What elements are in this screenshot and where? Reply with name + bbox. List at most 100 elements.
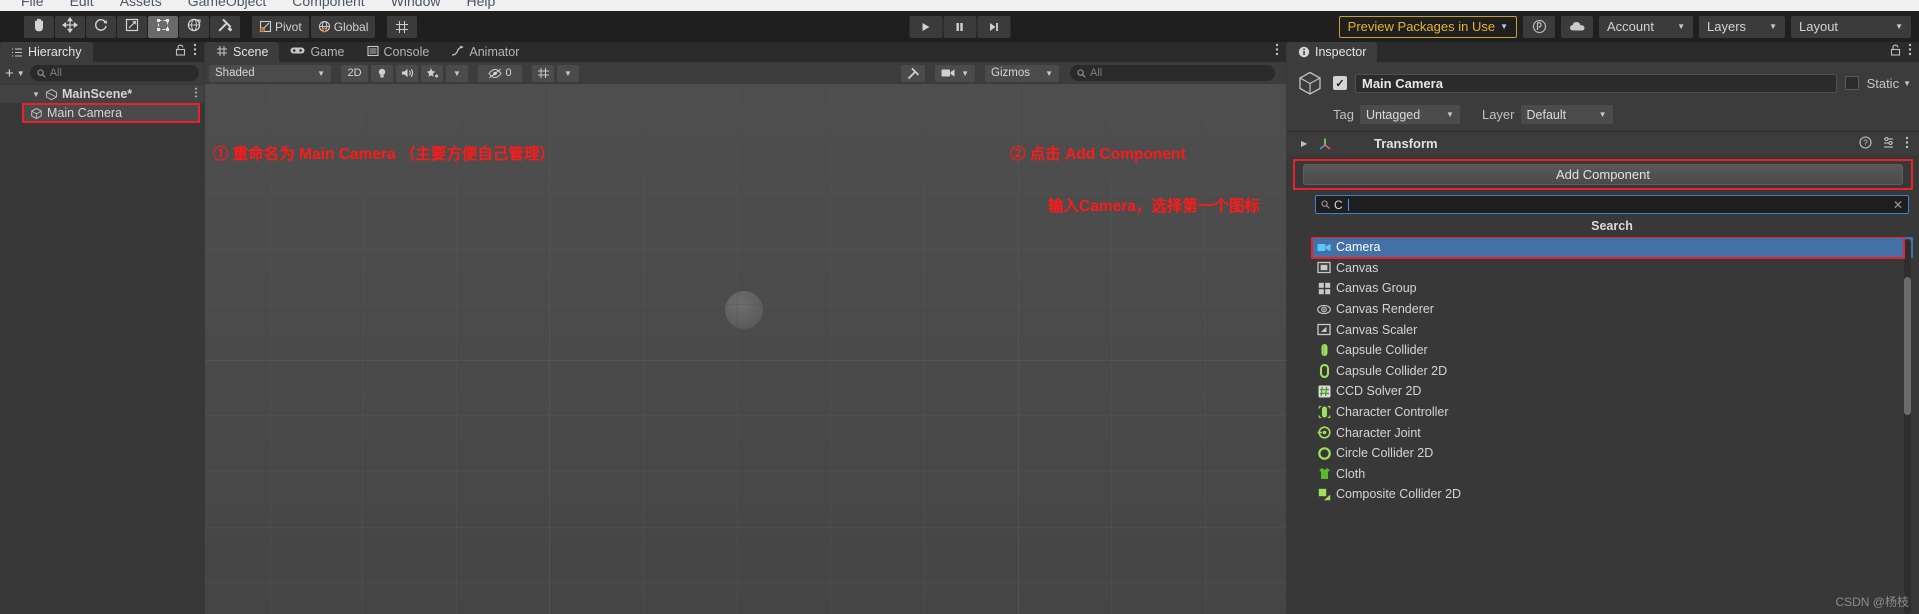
toggle-2d-button[interactable]: 2D <box>341 64 368 82</box>
shading-mode-dropdown[interactable]: Shaded ▼ <box>209 64 331 82</box>
layer-dropdown[interactable]: Default ▼ <box>1520 105 1613 124</box>
component-item-capsule-collider[interactable]: Capsule Collider <box>1311 340 1913 361</box>
preview-packages-button[interactable]: Preview Packages in Use ▼ <box>1338 15 1517 38</box>
menu-item-component[interactable]: Component <box>279 0 377 8</box>
component-item-label: Capsule Collider 2D <box>1336 363 1448 378</box>
grid-visibility-button[interactable] <box>532 64 554 82</box>
effects-toggle-button[interactable] <box>421 64 443 82</box>
layers-dropdown[interactable]: Layers ▼ <box>1699 15 1785 38</box>
custom-tool-button[interactable] <box>210 15 240 38</box>
menu-item-assets[interactable]: Assets <box>107 0 175 8</box>
step-button[interactable] <box>977 15 1010 38</box>
menu-item-edit[interactable]: Edit <box>57 0 107 8</box>
tag-dropdown[interactable]: Untagged ▼ <box>1359 105 1460 124</box>
info-icon <box>1298 46 1310 58</box>
pivot-toggle-button[interactable]: Pivot <box>252 15 309 38</box>
component-item-camera[interactable]: Camera <box>1311 237 1913 258</box>
expand-triangle-icon[interactable]: ▼ <box>32 90 41 99</box>
add-gameobject-button[interactable]: + ▼ <box>5 65 25 82</box>
transform-tool-button[interactable] <box>179 15 209 38</box>
hierarchy-row-scene[interactable]: ▼ MainScene* <box>0 85 204 103</box>
tab-label: Console <box>383 45 430 59</box>
hierarchy-row-main-camera[interactable]: Main Camera <box>22 103 200 123</box>
camera-preview-dropdown[interactable]: ▼ <box>935 64 975 82</box>
component-search-input[interactable]: C ✕ <box>1315 195 1909 214</box>
gizmos-dropdown[interactable]: Gizmos ▼ <box>985 64 1059 82</box>
tab-hierarchy[interactable]: Hierarchy <box>0 42 93 62</box>
tab-animator[interactable]: Animator <box>440 42 530 62</box>
collab-icon-button[interactable] <box>1523 15 1555 38</box>
hidden-objects-button[interactable]: 0 <box>478 64 522 82</box>
scene-grid-line-horizontal <box>205 248 1286 250</box>
component-item-composite-collider-2d[interactable]: Composite Collider 2D <box>1311 484 1913 505</box>
transform-tool-icon <box>186 17 202 36</box>
component-item-canvas-scaler[interactable]: Canvas Scaler <box>1311 319 1913 340</box>
scene-sphere-object[interactable] <box>725 291 763 329</box>
move-tool-button[interactable] <box>55 15 85 38</box>
pause-button[interactable] <box>943 15 976 38</box>
scene-icon <box>46 88 57 100</box>
rotate-tool-button[interactable] <box>86 15 116 38</box>
component-item-canvas[interactable]: Canvas <box>1311 258 1913 279</box>
component-item-capsule-collider-2d[interactable]: Capsule Collider 2D <box>1311 361 1913 382</box>
component-item-label: Camera <box>1336 240 1381 255</box>
tab-console[interactable]: Console <box>356 42 441 62</box>
lighting-toggle-button[interactable] <box>371 64 393 82</box>
canvas-scaler-icon <box>1317 323 1331 337</box>
grid-snap-button[interactable] <box>387 15 418 38</box>
hierarchy-search-input[interactable]: All <box>29 65 199 81</box>
search-icon <box>1077 68 1086 78</box>
component-menu-icon[interactable] <box>1905 136 1909 152</box>
layout-dropdown[interactable]: Layout ▼ <box>1791 15 1911 38</box>
component-item-cloth[interactable]: Cloth <box>1311 464 1913 485</box>
component-item-ccd-solver-2d[interactable]: CCD Solver 2D <box>1311 381 1913 402</box>
static-checkbox[interactable] <box>1844 76 1859 90</box>
inspector-menu-icon[interactable] <box>1908 43 1912 61</box>
component-item-canvas-renderer[interactable]: Canvas Renderer <box>1311 299 1913 320</box>
gameobject-name-input[interactable]: Main Camera <box>1355 73 1837 93</box>
preset-icon[interactable] <box>1882 136 1895 152</box>
scene-menu-icon[interactable] <box>194 87 204 101</box>
canvas-renderer-icon <box>1317 302 1331 316</box>
menu-item-window[interactable]: Window <box>378 0 454 8</box>
scene-menu-icon[interactable] <box>1275 43 1279 61</box>
help-icon[interactable]: ? <box>1859 135 1872 152</box>
grid-dropdown[interactable]: ▼ <box>557 64 579 82</box>
account-dropdown[interactable]: Account ▼ <box>1599 15 1693 38</box>
hierarchy-menu-icon[interactable] <box>193 43 197 61</box>
transform-component-header[interactable]: ▶ Transform ? <box>1287 131 1919 155</box>
tab-inspector[interactable]: Inspector <box>1287 42 1378 62</box>
menu-item-file[interactable]: File <box>8 0 57 8</box>
component-list[interactable]: Camera Canvas Canvas Group Canvas Renderer C… <box>1311 237 1913 614</box>
component-item-circle-collider-2d[interactable]: Circle Collider 2D <box>1311 443 1913 464</box>
scale-tool-button[interactable] <box>117 15 147 38</box>
menu-item-help[interactable]: Help <box>453 0 508 8</box>
play-button[interactable] <box>909 15 942 38</box>
effects-dropdown[interactable]: ▼ <box>446 64 468 82</box>
lock-icon[interactable] <box>175 43 186 61</box>
component-item-canvas-group[interactable]: Canvas Group <box>1311 278 1913 299</box>
scene-search-input[interactable]: All <box>1070 65 1275 81</box>
menu-item-gameobject[interactable]: GameObject <box>175 0 280 8</box>
gameobject-enabled-checkbox[interactable]: ✓ <box>1333 76 1347 90</box>
lock-icon[interactable] <box>1890 43 1901 61</box>
hand-tool-button[interactable] <box>24 15 54 38</box>
svg-text:?: ? <box>1863 138 1868 147</box>
scene-canvas[interactable]: ① 重命名为 Main Camera （主要方便自己管理） ② 点击 Add Co… <box>205 84 1286 614</box>
add-component-button[interactable]: Add Component <box>1303 164 1903 185</box>
static-dropdown[interactable]: Static ▼ <box>1867 76 1911 91</box>
cloud-icon-button[interactable] <box>1561 15 1593 38</box>
clear-search-icon[interactable]: ✕ <box>1893 198 1903 212</box>
rect-tool-button[interactable] <box>148 15 178 38</box>
component-list-scrollbar-thumb[interactable] <box>1904 277 1911 415</box>
canvas-group-icon <box>1317 281 1331 295</box>
scene-search-placeholder: All <box>1090 67 1103 79</box>
component-item-character-joint[interactable]: Character Joint <box>1311 422 1913 443</box>
expand-triangle-icon[interactable]: ▶ <box>1301 139 1310 148</box>
tab-game[interactable]: Game <box>279 42 355 62</box>
tab-scene[interactable]: Scene <box>205 42 280 62</box>
component-item-character-controller[interactable]: Character Controller <box>1311 402 1913 423</box>
global-toggle-button[interactable]: Global <box>310 15 376 38</box>
audio-toggle-button[interactable] <box>396 64 418 82</box>
scene-tools-button[interactable] <box>901 64 925 82</box>
